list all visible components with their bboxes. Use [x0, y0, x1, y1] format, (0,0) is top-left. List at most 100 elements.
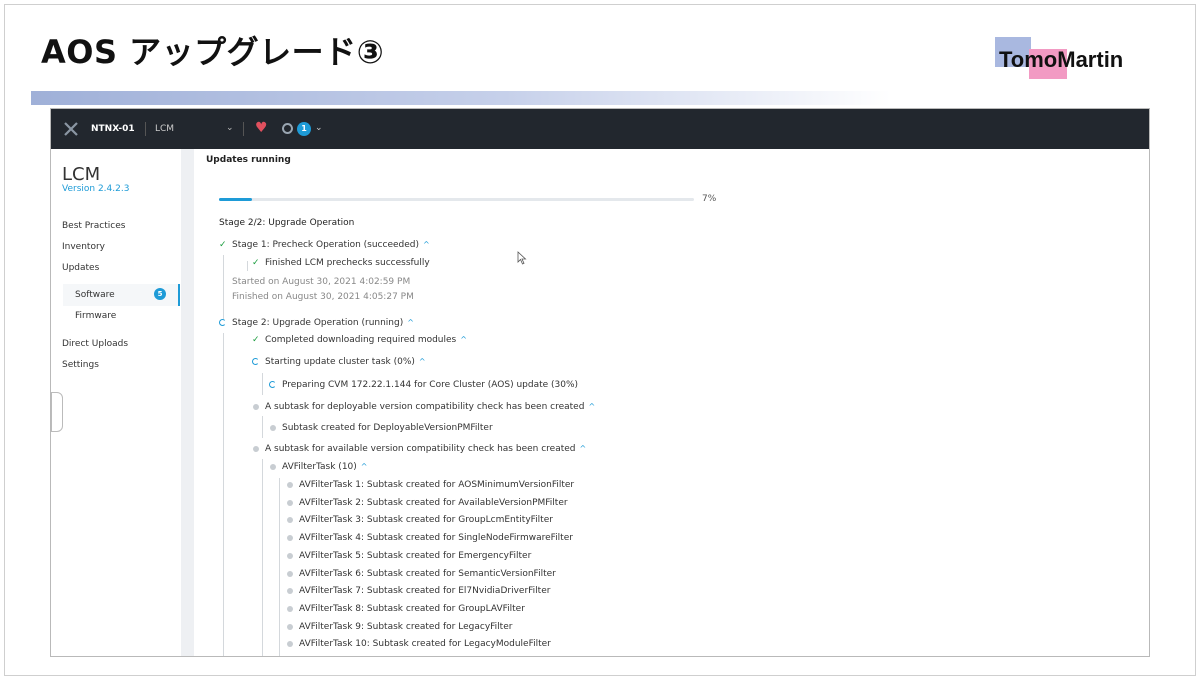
progress-percent: 7%	[702, 194, 717, 204]
progress-bar-fill	[219, 198, 253, 201]
tree-connector	[223, 333, 224, 656]
avfilter-task-row: AVFilterTask 1: Subtask created for AOSM…	[286, 480, 574, 490]
progress-bar	[219, 198, 694, 201]
avfilter-task-label: AVFilterTask 9: Subtask created for Lega…	[299, 621, 513, 632]
update-task-row[interactable]: Starting update cluster task (0%) ^	[252, 357, 426, 367]
version-label: Version 2.4.2.3	[62, 184, 130, 194]
cluster-name[interactable]: NTNX-01	[91, 124, 135, 134]
spinner-icon	[219, 319, 226, 326]
avfilter-task-label: AVFilterTask 1: Subtask created for AOSM…	[299, 480, 575, 490]
chevron-up-icon[interactable]: ^	[419, 357, 426, 366]
slide-title: AOS アップグレード③	[41, 33, 385, 71]
stage1-finished: Finished on August 30, 2021 4:05:27 PM	[232, 292, 414, 302]
sidebar-item-settings[interactable]: Settings	[62, 360, 99, 370]
avfilter-task-row: AVFilterTask 5: Subtask created for Emer…	[286, 551, 531, 561]
tree-connector	[262, 416, 263, 438]
avfilter-row[interactable]: AVFilterTask (10) ^	[269, 462, 368, 472]
sidebar-item-best-practices[interactable]: Best Practices	[62, 221, 125, 231]
pending-dot-icon	[253, 446, 259, 452]
check-icon: ✓	[219, 240, 227, 250]
pending-dot-icon	[253, 404, 259, 410]
check-icon: ✓	[252, 335, 260, 345]
avfilter-task-label: AVFilterTask 10: Subtask created for Leg…	[299, 639, 551, 650]
chevron-up-icon[interactable]: ^	[588, 402, 595, 411]
chevron-up-icon[interactable]: ^	[423, 240, 430, 249]
stage1-started: Started on August 30, 2021 4:02:59 PM	[232, 277, 411, 287]
avfilter-task-row: AVFilterTask 2: Subtask created for Avai…	[286, 498, 568, 508]
chevron-down-icon[interactable]: ⌄	[315, 123, 323, 133]
avfilter-task-row: AVFilterTask 10: Subtask created for Leg…	[286, 639, 551, 649]
chevron-down-icon[interactable]: ⌄	[226, 123, 234, 133]
stage1-row[interactable]: ✓ Stage 1: Precheck Operation (succeeded…	[219, 240, 430, 250]
app-switcher-label[interactable]: LCM	[155, 124, 174, 134]
tree-connector	[262, 373, 263, 395]
check-icon: ✓	[252, 258, 260, 268]
avfilter-task-row: AVFilterTask 6: Subtask created for Sema…	[286, 569, 556, 579]
sidebar-title: LCM	[62, 164, 101, 185]
avfilter-task-row: AVFilterTask 9: Subtask created for Lega…	[286, 622, 512, 632]
logo-text: TomoMartin	[999, 47, 1124, 72]
avfilter-task-label: AVFilterTask 2: Subtask created for Avai…	[299, 497, 568, 508]
pending-dot-icon	[287, 570, 293, 577]
stage2-row[interactable]: Stage 2: Upgrade Operation (running) ^	[219, 318, 414, 328]
pending-dot-icon	[287, 535, 293, 542]
sidebar-item-direct-uploads[interactable]: Direct Uploads	[62, 339, 128, 349]
sidebar-item-software[interactable]: Software	[75, 290, 115, 300]
page-title: Updates running	[206, 155, 291, 165]
avfilter-task-row: AVFilterTask 3: Subtask created for Grou…	[286, 515, 553, 525]
sidebar-item-firmware[interactable]: Firmware	[75, 311, 116, 321]
nav-divider	[145, 122, 146, 136]
chevron-up-icon[interactable]: ^	[460, 335, 467, 344]
deployable-sub-row: Subtask created for DeployableVersionPMF…	[269, 423, 493, 433]
sidebar: LCM Version 2.4.2.3 Best Practices Inven…	[51, 149, 181, 656]
pending-dot-icon	[270, 464, 276, 470]
preparing-row: Preparing CVM 172.22.1.144 for Core Clus…	[269, 380, 578, 390]
avfilter-task-label: AVFilterTask 6: Subtask created for Sema…	[299, 568, 556, 579]
top-nav-bar: NTNX-01 LCM ⌄ ♥ 1 ⌄	[51, 109, 1149, 149]
pending-dot-icon	[287, 499, 293, 506]
pending-dot-icon	[287, 641, 293, 648]
avfilter-task-row: AVFilterTask 7: Subtask created for El7N…	[286, 586, 550, 596]
stage1-task-row: ✓ Finished LCM prechecks successfully	[252, 258, 430, 268]
pending-dot-icon	[287, 552, 293, 559]
task-ring-icon[interactable]	[282, 123, 293, 134]
tree-connector	[223, 255, 224, 319]
title-underline-bar	[31, 91, 891, 105]
pending-dot-icon	[287, 623, 293, 630]
sidebar-item-inventory[interactable]: Inventory	[62, 242, 105, 252]
sidebar-item-updates[interactable]: Updates	[62, 263, 99, 273]
pending-dot-icon	[287, 482, 293, 488]
nav-divider	[243, 122, 244, 136]
avfilter-task-row: AVFilterTask 8: Subtask created for Grou…	[286, 604, 525, 614]
sidebar-collapse-handle[interactable]	[51, 392, 63, 432]
tree-connector	[279, 478, 280, 656]
tree-connector	[262, 459, 263, 656]
health-heart-icon[interactable]: ♥	[255, 120, 268, 136]
lcm-screenshot: NTNX-01 LCM ⌄ ♥ 1 ⌄ LCM Version 2.4.2.3 …	[50, 108, 1150, 657]
tree-connector	[247, 261, 248, 271]
pending-dot-icon	[287, 517, 293, 524]
chevron-up-icon[interactable]: ^	[580, 444, 587, 453]
avfilter-task-label: AVFilterTask 7: Subtask created for El7N…	[299, 586, 551, 597]
mouse-pointer-icon	[517, 251, 527, 265]
chevron-up-icon[interactable]: ^	[361, 462, 368, 471]
software-count-badge: 5	[154, 288, 166, 300]
spinner-icon	[252, 358, 259, 365]
sidebar-gutter	[181, 149, 194, 656]
download-row[interactable]: ✓ Completed downloading required modules…	[252, 335, 467, 345]
chevron-up-icon[interactable]: ^	[407, 318, 414, 327]
pending-dot-icon	[270, 425, 276, 431]
brand-logo: TomoMartin	[995, 37, 1145, 81]
alert-count-badge[interactable]: 1	[297, 122, 311, 136]
deployable-row[interactable]: A subtask for deployable version compati…	[252, 402, 595, 412]
main-panel: Updates running 7% Stage 2/2: Upgrade Op…	[194, 149, 1149, 656]
pending-dot-icon	[287, 605, 293, 612]
avfilter-task-label: AVFilterTask 4: Subtask created for Sing…	[299, 533, 573, 544]
nutanix-logo-icon[interactable]	[63, 121, 79, 137]
avfilter-task-row: AVFilterTask 4: Subtask created for Sing…	[286, 533, 573, 543]
avfilter-task-label: AVFilterTask 8: Subtask created for Grou…	[299, 603, 525, 614]
avfilter-task-label: AVFilterTask 3: Subtask created for Grou…	[299, 515, 553, 526]
avfilter-task-label: AVFilterTask 5: Subtask created for Emer…	[299, 550, 532, 561]
stage-title: Stage 2/2: Upgrade Operation	[219, 218, 355, 228]
available-row[interactable]: A subtask for available version compatib…	[252, 444, 586, 454]
